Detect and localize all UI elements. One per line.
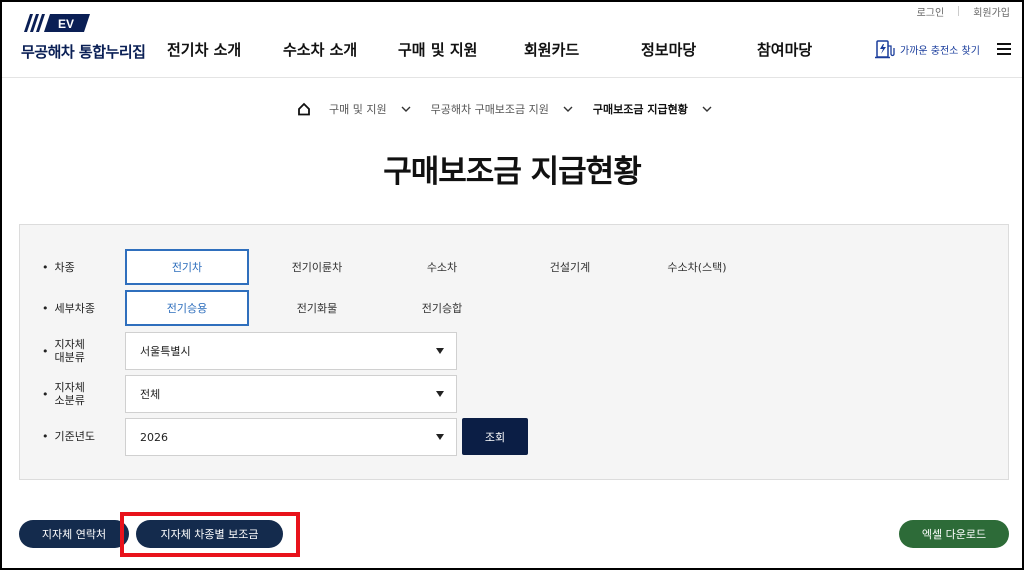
util-divider: [958, 6, 960, 16]
charging-station-icon: [875, 40, 895, 59]
nav-member-card[interactable]: 회원카드: [524, 39, 579, 60]
region-minor-value: 전체: [140, 388, 161, 401]
dropdown-arrow-icon: [436, 391, 444, 397]
search-button[interactable]: 조회: [462, 418, 528, 455]
chevron-down-icon: [702, 106, 712, 112]
option-hydrogen[interactable]: 수소차: [380, 249, 504, 285]
breadcrumb-item-subsidy-support[interactable]: 무공해차 구매보조금 지원: [431, 101, 573, 117]
option-ev-truck[interactable]: 전기화물: [255, 290, 379, 326]
excel-download-button[interactable]: 엑셀 다운로드: [899, 520, 1009, 548]
signup-link[interactable]: 회원가입: [973, 4, 1010, 19]
region-minor-label: • 지자체 소분류: [42, 381, 85, 407]
region-contact-button[interactable]: 지자체 연락처: [19, 520, 129, 548]
base-year-label: • 기준년도: [42, 430, 95, 443]
nav-purchase-support[interactable]: 구매 및 지원: [398, 39, 477, 60]
option-ev[interactable]: 전기차: [125, 249, 249, 285]
chevron-down-icon: [401, 106, 411, 112]
base-year-select[interactable]: 2026: [125, 418, 457, 456]
nav-hydrogen-intro[interactable]: 수소차 소개: [283, 39, 357, 60]
dropdown-arrow-icon: [436, 434, 444, 440]
sub-type-label: • 세부차종: [42, 302, 95, 315]
breadcrumb-label: 무공해차 구매보조금 지원: [430, 103, 549, 116]
option-ev-bus[interactable]: 전기승합: [380, 290, 504, 326]
nearby-charger-label: 가까운 충전소 찾기: [900, 45, 980, 57]
hamburger-icon[interactable]: [997, 43, 1011, 55]
filter-panel: • 차종 전기차 전기이륜차 수소차 건설기계 수소차(스택) • 세부차종 전기승…: [19, 224, 1009, 480]
option-construction[interactable]: 건설기계: [508, 249, 632, 285]
option-ev-passenger[interactable]: 전기승용: [125, 290, 249, 326]
breadcrumb: 구매 및 지원 무공해차 구매보조금 지원 구매보조금 지급현황: [297, 101, 732, 117]
region-major-label: • 지자체 대분류: [42, 338, 85, 364]
vehicle-type-label: • 차종: [42, 261, 75, 274]
site-title[interactable]: 무공해차 통합누리집: [21, 41, 146, 62]
option-hydrogen-stack[interactable]: 수소차(스택): [635, 249, 759, 285]
login-link[interactable]: 로그인: [917, 4, 945, 19]
nav-participation[interactable]: 참여마당: [757, 39, 812, 60]
breadcrumb-item-current[interactable]: 구매보조금 지급현황: [593, 101, 712, 117]
dropdown-arrow-icon: [436, 348, 444, 354]
utility-links: 로그인 회원가입: [917, 4, 1010, 19]
nav-info[interactable]: 정보마당: [641, 39, 696, 60]
base-year-value: 2026: [140, 430, 168, 444]
home-icon[interactable]: [297, 102, 311, 116]
nearby-charger-link[interactable]: 가까운 충전소 찾기: [874, 38, 980, 60]
highlight-annotation-box: [120, 512, 300, 557]
breadcrumb-item-purchase-support[interactable]: 구매 및 지원: [329, 101, 411, 117]
page-title: 구매보조금 지급현황: [383, 154, 641, 190]
region-major-value: 서울특별시: [140, 345, 191, 358]
chevron-down-icon: [563, 106, 573, 112]
site-header: EV 무공해차 통합누리집 로그인 회원가입 전기차 소개 수소차 소개 구매 …: [2, 2, 1022, 78]
region-minor-select[interactable]: 전체: [125, 375, 457, 413]
breadcrumb-label: 구매보조금 지급현황: [592, 103, 688, 116]
option-e-motorcycle[interactable]: 전기이륜차: [255, 249, 379, 285]
logo-badge-text: EV: [58, 17, 74, 31]
nav-ev-intro[interactable]: 전기차 소개: [167, 39, 241, 60]
breadcrumb-label: 구매 및 지원: [329, 103, 387, 116]
ev-logo-icon[interactable]: EV: [20, 14, 90, 32]
region-major-select[interactable]: 서울특별시: [125, 332, 457, 370]
